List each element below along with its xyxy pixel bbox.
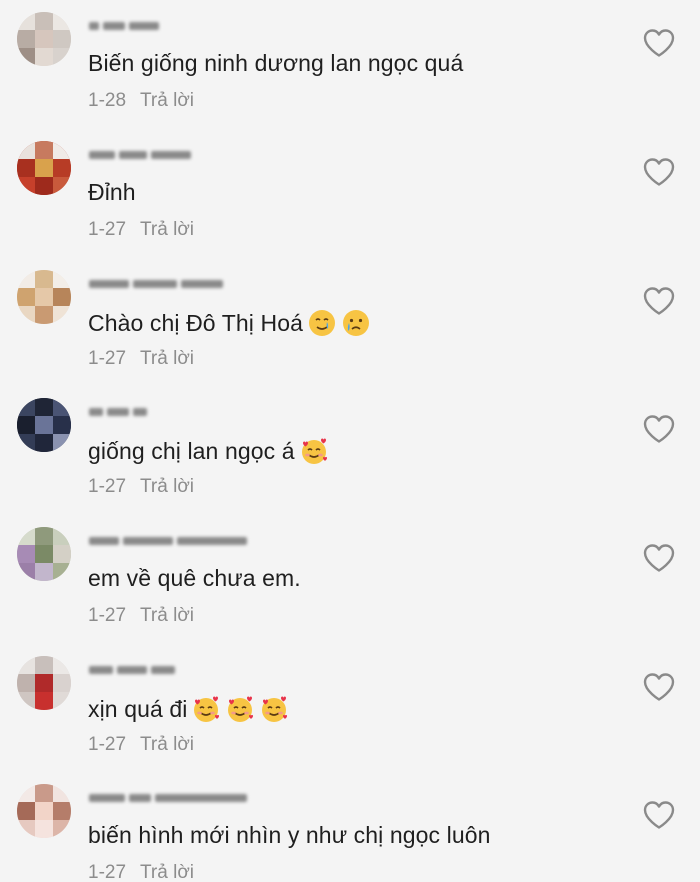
username-obscured[interactable] (89, 276, 223, 292)
comment-item: Đỉnh 1-27 Trả lời (0, 129, 700, 257)
comment-meta: 1-27 Trả lời (88, 348, 194, 370)
heart-outline-icon[interactable] (642, 28, 676, 58)
comment-text-row: Đỉnh (88, 179, 136, 206)
smiling-face-with-hearts-emoji (225, 694, 255, 724)
avatar[interactable] (17, 656, 71, 710)
smiling-face-with-hearts-emoji (299, 436, 329, 466)
comment-item: giống chị lan ngọc á 1-27 Trả lời (0, 386, 700, 514)
heart-outline-icon[interactable] (642, 286, 676, 316)
comment-text: Chào chị Đô Thị Hoá (88, 309, 303, 336)
comment-meta: 1-27 Trả lời (88, 219, 194, 241)
comment-text-row: Biến giống ninh dương lan ngọc quá (88, 50, 463, 77)
smiling-face-with-hearts-emoji (191, 694, 221, 724)
heart-outline-icon[interactable] (642, 414, 676, 444)
reply-button[interactable]: Trả lời (140, 734, 194, 756)
avatar[interactable] (17, 527, 71, 581)
comment-text: xịn quá đi (88, 695, 188, 722)
comment-date: 1-27 (88, 734, 127, 755)
comment-text: Biến giống ninh dương lan ngọc quá (88, 50, 464, 76)
comment-item: Chào chị Đô Thị Hoá 1-27 Trả lời (0, 258, 700, 386)
heart-outline-icon[interactable] (642, 157, 676, 187)
comment-meta: 1-27 Trả lời (88, 734, 194, 756)
heart-outline-icon[interactable] (642, 672, 676, 702)
heart-outline-icon[interactable] (642, 800, 676, 830)
comment-text-row: giống chị lan ngọc á (88, 436, 329, 466)
comment-text: em về quê chưa em. (88, 565, 301, 591)
comment-date: 1-27 (88, 605, 127, 626)
comment-meta: 1-27 Trả lời (88, 605, 194, 627)
username-obscured[interactable] (89, 18, 159, 34)
avatar[interactable] (17, 141, 71, 195)
comment-text: Đỉnh (88, 179, 136, 205)
comment-meta: 1-27 Trả lời (88, 476, 194, 498)
comment-text-row: Chào chị Đô Thị Hoá (88, 308, 371, 338)
username-obscured[interactable] (89, 790, 247, 806)
username-obscured[interactable] (89, 147, 191, 163)
crying-smiling-face-emoji (307, 308, 337, 338)
username-obscured[interactable] (89, 404, 147, 420)
comment-date: 1-27 (88, 476, 127, 497)
comment-text: biến hình mới nhìn y như chị ngọc luôn (88, 822, 491, 848)
username-obscured[interactable] (89, 533, 247, 549)
comment-list: Biến giống ninh dương lan ngọc quá 1-28 … (0, 0, 700, 882)
comment-date: 1-27 (88, 862, 127, 882)
reply-button[interactable]: Trả lời (140, 90, 194, 112)
comment-text: giống chị lan ngọc á (88, 437, 295, 464)
reply-button[interactable]: Trả lời (140, 476, 194, 498)
comment-date: 1-28 (88, 90, 127, 111)
comment-text-row: xịn quá đi (88, 694, 289, 724)
comment-date: 1-27 (88, 219, 127, 240)
reply-button[interactable]: Trả lời (140, 219, 194, 241)
comment-item: xịn quá đi 1-27 Trả lời (0, 644, 700, 772)
comment-text-row: em về quê chưa em. (88, 565, 301, 592)
heart-outline-icon[interactable] (642, 543, 676, 573)
comment-item: Biến giống ninh dương lan ngọc quá 1-28 … (0, 0, 700, 128)
avatar[interactable] (17, 12, 71, 66)
comment-date: 1-27 (88, 348, 127, 369)
reply-button[interactable]: Trả lời (140, 348, 194, 370)
avatar[interactable] (17, 784, 71, 838)
comment-meta: 1-27 Trả lời (88, 862, 194, 882)
comment-text-row: biến hình mới nhìn y như chị ngọc luôn (88, 822, 491, 849)
avatar[interactable] (17, 398, 71, 452)
smiling-face-with-hearts-emoji (259, 694, 289, 724)
comment-meta: 1-28 Trả lời (88, 90, 194, 112)
reply-button[interactable]: Trả lời (140, 862, 194, 882)
reply-button[interactable]: Trả lời (140, 605, 194, 627)
comment-item: em về quê chưa em. 1-27 Trả lời (0, 515, 700, 643)
comment-item: biến hình mới nhìn y như chị ngọc luôn 1… (0, 772, 700, 882)
username-obscured[interactable] (89, 662, 175, 678)
avatar[interactable] (17, 270, 71, 324)
crying-face-emoji (341, 308, 371, 338)
